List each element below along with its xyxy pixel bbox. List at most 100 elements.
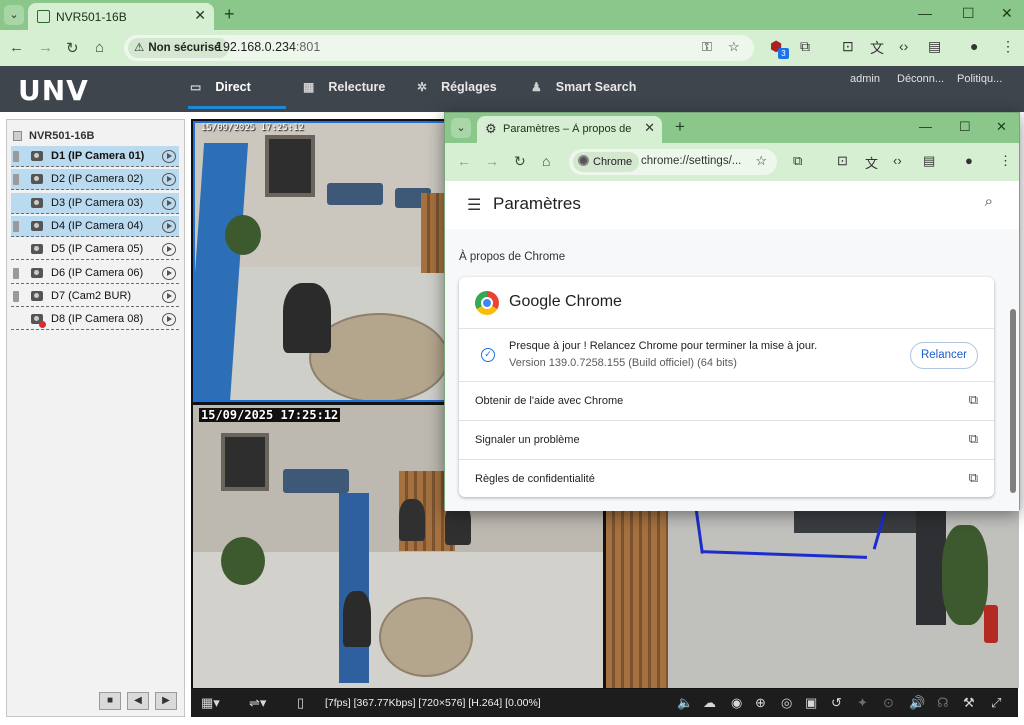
zoom-icon[interactable]: ⊙ — [883, 695, 894, 711]
stop-button[interactable]: ■ — [99, 692, 121, 710]
forward-icon[interactable]: → — [38, 39, 53, 56]
playback-icon[interactable] — [162, 173, 176, 187]
new-tab-button-2[interactable]: + — [675, 117, 685, 137]
reload-icon[interactable]: ↻ — [66, 39, 79, 57]
help-link-row[interactable]: Obtenir de l'aide avec Chrome ⧉ — [459, 382, 994, 421]
instant-playback-icon[interactable]: ↺ — [831, 695, 842, 711]
stream-info: [7fps] [367.77Kbps] [720×576] [H.264] [0… — [325, 697, 541, 709]
clip-icon[interactable]: ▣ — [805, 695, 817, 711]
security-chip[interactable]: ⚠ Non sécurisé — [128, 38, 229, 58]
translate-icon-2[interactable]: 文 — [865, 153, 878, 172]
maximize-icon[interactable]: ☐ — [962, 5, 975, 22]
tab-search-button-2[interactable]: ⌄ — [451, 118, 471, 138]
camera-item-d1[interactable]: D1 (IP Camera 01) — [11, 146, 179, 167]
translate-icon[interactable]: 文 — [870, 38, 884, 58]
tab-search-button[interactable]: ⌄ — [4, 5, 24, 25]
back-icon[interactable]: ← — [9, 39, 24, 56]
bookmark-star-icon-2[interactable]: ☆ — [755, 153, 767, 169]
playback-icon[interactable] — [162, 266, 176, 280]
password-key-icon[interactable]: ⚿ — [702, 39, 712, 55]
devtools-icon-2[interactable]: ‹› — [893, 153, 902, 168]
screen-layout-icon[interactable]: ▦▾ — [201, 695, 220, 711]
ip-camera-icon — [31, 151, 43, 161]
tab-close-icon[interactable]: ✕ — [194, 7, 206, 24]
playback-icon[interactable] — [162, 196, 176, 210]
previous-button[interactable]: ◀ — [127, 692, 149, 710]
stream-type-icon[interactable]: ⇌▾ — [249, 695, 266, 711]
screenshot-icon[interactable]: ⊡ — [842, 38, 854, 55]
devtools-icon[interactable]: ‹› — [899, 38, 908, 54]
relaunch-button[interactable]: Relancer — [910, 342, 978, 369]
policy-link[interactable]: Politiqu... — [957, 73, 1002, 85]
minimize-icon-2[interactable]: — — [919, 119, 932, 134]
settings-tab[interactable]: ⚙ Paramètres – À propos de Chrome ✕ — [477, 116, 662, 143]
maximize-icon-2[interactable]: ☐ — [959, 119, 971, 135]
reading-list-icon-2[interactable]: ▤ — [923, 153, 935, 169]
fisheye-icon[interactable]: ◉ — [731, 695, 742, 711]
camera-item-d4[interactable]: D4 (IP Camera 04) — [11, 215, 179, 237]
settings-wrench-icon[interactable]: ⚒ — [963, 695, 975, 711]
browser-tab-nvr[interactable]: NVR501-16B ✕ — [28, 3, 214, 30]
talk-icon[interactable]: ☊ — [937, 695, 949, 711]
close-window-icon-2[interactable]: ✕ — [996, 119, 1007, 135]
volume-icon[interactable]: 🔊 — [909, 695, 925, 711]
back-icon-2[interactable]: ← — [457, 153, 471, 169]
profile-avatar-icon[interactable]: ● — [970, 38, 978, 54]
close-window-icon[interactable]: ✕ — [1001, 5, 1013, 22]
device-tree-panel: NVR501-16B D1 (IP Camera 01) D2 (IP Camer… — [6, 119, 185, 717]
audio-muted-icon[interactable]: 🔈 — [677, 695, 693, 711]
ip-camera-icon — [31, 244, 43, 255]
profile-avatar-icon-2[interactable]: ● — [965, 153, 973, 168]
hamburger-menu-icon[interactable]: ☰ — [467, 195, 481, 215]
settings-address-bar[interactable]: Chrome chrome://settings/... ☆ — [569, 149, 777, 175]
playback-icon[interactable] — [162, 219, 176, 233]
tab-smart-search[interactable]: ♟ Smart Search — [531, 66, 636, 109]
logout-link[interactable]: Déconn... — [897, 73, 944, 85]
camera-label: D7 (Cam2 BUR) — [51, 289, 132, 302]
menu-kebab-icon[interactable]: ⋮ — [1001, 38, 1015, 55]
focus-icon[interactable]: ✦ — [857, 695, 868, 711]
home-icon-2[interactable]: ⌂ — [542, 153, 550, 169]
snapshot-camera-icon[interactable]: ◎ — [781, 695, 792, 711]
home-icon[interactable]: ⌂ — [95, 39, 104, 56]
new-tab-button[interactable]: + — [224, 4, 235, 25]
tab-direct[interactable]: ▭ Direct — [188, 66, 286, 109]
settings-scrollbar[interactable] — [1010, 309, 1016, 493]
playback-icon[interactable] — [162, 150, 176, 163]
osd-timestamp-2: 15/09/2025 17:25:12 — [199, 408, 341, 422]
camera-item-d3[interactable]: D3 (IP Camera 03) — [11, 192, 179, 214]
ptz-icon[interactable]: ⊕ — [755, 695, 766, 711]
settings-gear-icon: ⚙ — [485, 121, 497, 136]
settings-tab-close-icon[interactable]: ✕ — [644, 120, 655, 136]
tab-relecture[interactable]: ▦ Relecture — [303, 66, 385, 109]
privacy-row[interactable]: Règles de confidentialité ⧉ — [459, 460, 994, 499]
phone-icon[interactable]: ▯ — [297, 695, 304, 711]
tab-reglages[interactable]: ✲ Réglages — [417, 66, 497, 109]
cloud-icon[interactable]: ☁ — [703, 695, 716, 711]
screenshot-icon-2[interactable]: ⊡ — [837, 153, 848, 169]
fullscreen-icon[interactable]: ⤢ — [991, 695, 1001, 711]
minimize-icon[interactable]: — — [918, 5, 932, 21]
reading-list-icon[interactable]: ▤ — [928, 38, 941, 55]
next-button[interactable]: ▶ — [155, 692, 177, 710]
device-tree-root[interactable]: NVR501-16B — [7, 126, 184, 146]
report-issue-row[interactable]: Signaler un problème ⧉ — [459, 421, 994, 460]
extensions-puzzle-icon[interactable]: ⧉ — [800, 38, 810, 55]
extensions-puzzle-icon-2[interactable]: ⧉ — [793, 153, 802, 169]
camera-item-d6[interactable]: D6 (IP Camera 06) — [11, 263, 179, 284]
reload-icon-2[interactable]: ↻ — [514, 153, 526, 170]
address-bar[interactable]: ⚠ Non sécurisé 192.168.0.234:801 ⚿ ☆ — [124, 35, 754, 61]
playback-icon[interactable] — [162, 313, 176, 327]
user-link[interactable]: admin — [850, 73, 880, 85]
bookmark-star-icon[interactable]: ☆ — [728, 39, 740, 55]
playback-icon[interactable] — [162, 243, 176, 257]
chrome-chip[interactable]: Chrome — [573, 152, 640, 172]
camera-item-d7[interactable]: D7 (Cam2 BUR) — [11, 286, 179, 307]
camera-item-d5[interactable]: D5 (IP Camera 05) — [11, 239, 179, 261]
camera-item-d2[interactable]: D2 (IP Camera 02) — [11, 169, 179, 191]
menu-kebab-icon-2[interactable]: ⋮ — [999, 153, 1012, 169]
search-icon[interactable]: ⌕ — [985, 193, 993, 210]
forward-icon-2[interactable]: → — [485, 153, 499, 169]
camera-item-d8[interactable]: D8 (IP Camera 08) — [11, 309, 179, 331]
playback-icon[interactable] — [162, 289, 176, 303]
